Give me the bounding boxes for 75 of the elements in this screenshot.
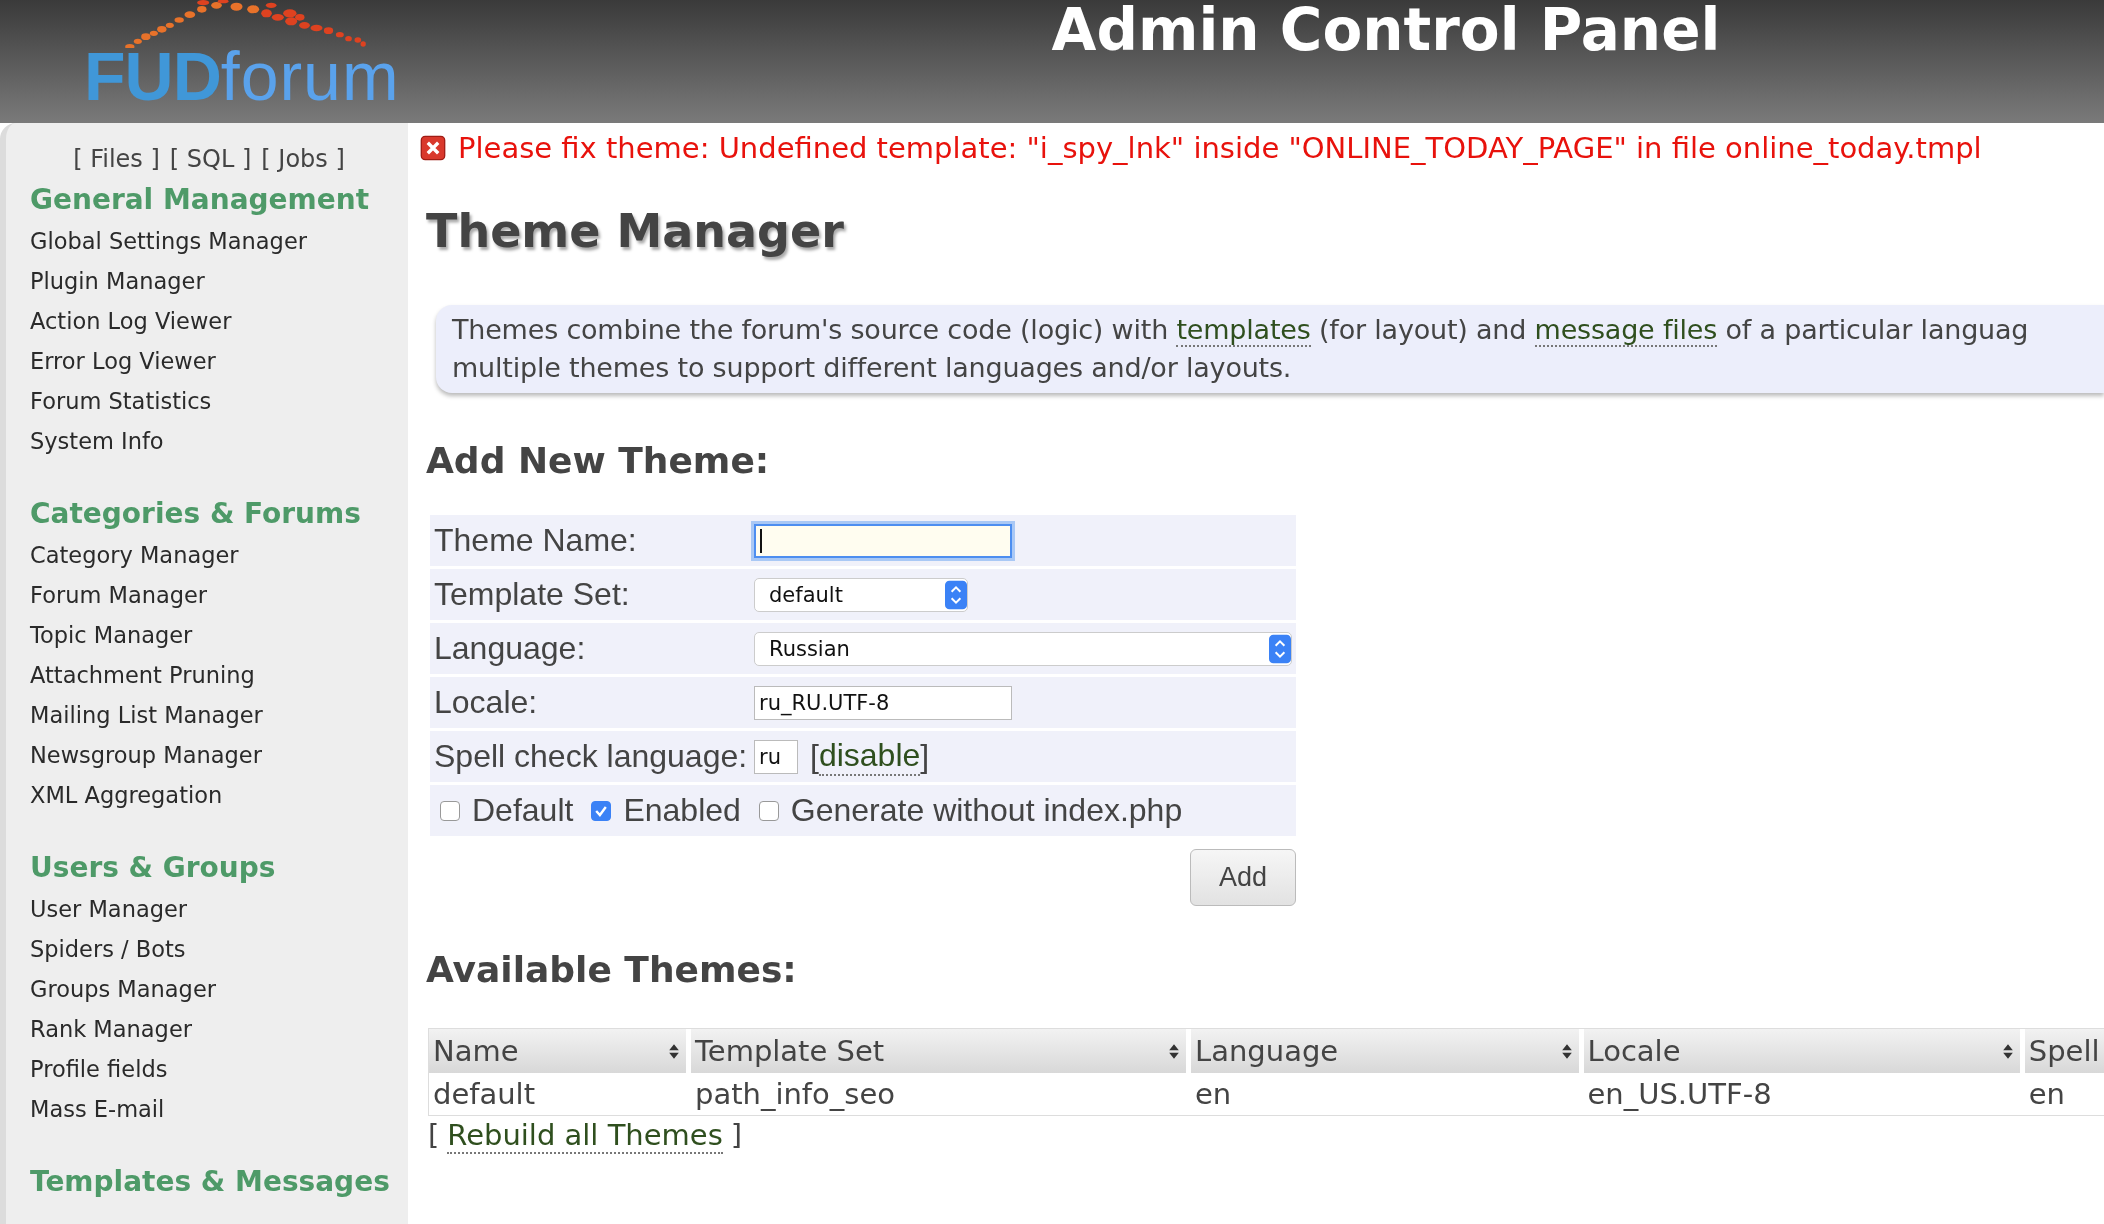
column-header[interactable]: Locale <box>1583 1029 2020 1073</box>
table-cell-text: en_US.UTF-8 <box>1586 1076 1773 1113</box>
select-field[interactable]: default <box>754 577 968 612</box>
sidebar-item[interactable]: Global Settings Manager <box>30 221 408 261</box>
sidebar-item[interactable]: Newsgroup Manager <box>30 735 408 775</box>
bracket: [ <box>810 738 819 775</box>
sidebar-item[interactable]: Profile fields <box>30 1049 408 1089</box>
sidebar-link[interactable]: [ SQL ] <box>169 145 252 173</box>
input-field[interactable] <box>754 523 1012 558</box>
page-title: Theme Manager <box>426 203 845 260</box>
sidebar-item[interactable]: Topic Manager <box>30 615 408 655</box>
table-cell-text: path_info_seo <box>694 1076 896 1113</box>
sidebar-item[interactable]: Category Manager <box>30 535 408 575</box>
table-cell-text: en <box>2027 1076 2066 1113</box>
section-heading: Categories & Forums <box>30 496 362 532</box>
sidebar-item[interactable]: Attachment Pruning <box>30 655 408 695</box>
checkbox-label: Generate without index.php <box>790 792 1183 829</box>
input-field[interactable]: ru <box>754 739 798 774</box>
column-header[interactable]: Spell <box>2024 1029 2104 1073</box>
disable-link[interactable]: disable <box>818 737 921 776</box>
section-heading: Templates & Messages <box>30 1164 391 1200</box>
column-header[interactable]: Name <box>429 1029 686 1073</box>
sidebar-item[interactable]: Spiders / Bots <box>30 929 408 969</box>
sort-icon[interactable] <box>1168 1042 1181 1060</box>
checkbox[interactable] <box>591 800 612 821</box>
sidebar-item[interactable]: Forum Statistics <box>30 381 408 421</box>
checkbox-label: Default <box>472 792 574 829</box>
sidebar-item[interactable]: System Info <box>30 421 408 461</box>
column-header[interactable]: Template Set <box>691 1029 1187 1073</box>
sidebar-item[interactable]: Action Log Viewer <box>30 301 408 341</box>
help-link[interactable]: templates <box>1176 314 1311 347</box>
table-cell-text: default <box>432 1076 537 1113</box>
sidebar-item[interactable]: User Manager <box>30 889 408 929</box>
field-label: Locale: <box>434 684 539 721</box>
sort-icon[interactable] <box>1560 1042 1573 1060</box>
intro-text: multiple themes to support different languages and/or layouts. <box>452 351 1293 385</box>
add-button[interactable]: Add <box>1190 849 1296 906</box>
table-cell-text: en <box>1194 1076 1233 1113</box>
sidebar-item[interactable]: Forum Manager <box>30 575 408 615</box>
error-icon <box>420 135 446 161</box>
section-heading: Add New Theme: <box>426 439 771 483</box>
sidebar-item[interactable]: Groups Manager <box>30 969 408 1009</box>
intro-text: Themes combine the forum's source code (logic) with templates (for layout) and message files of a particular languag <box>452 313 2030 349</box>
sort-icon[interactable] <box>668 1042 680 1060</box>
bracket: [ <box>428 1118 440 1154</box>
input-field[interactable]: ru_RU.UTF-8 <box>754 685 1012 720</box>
dropdown-arrows-icon[interactable] <box>1269 632 1291 665</box>
column-header[interactable]: Language <box>1191 1029 1579 1073</box>
field-label: Spell check language: <box>434 738 749 775</box>
checkbox[interactable] <box>440 800 460 821</box>
section-heading: General Management <box>30 182 371 218</box>
field-label: Language: <box>434 630 587 667</box>
sidebar-link[interactable]: [ Files ] <box>73 145 160 173</box>
section-heading: Users & Groups <box>30 850 277 886</box>
section-heading: Available Themes: <box>426 948 798 992</box>
rebuild-link[interactable]: Rebuild all Themes <box>447 1118 723 1154</box>
field-label: Theme Name: <box>434 522 638 559</box>
select-field[interactable]: Russian <box>754 631 1292 666</box>
window-title: Admin Control Panel <box>1050 0 1722 66</box>
sidebar-item[interactable]: XML Aggregation <box>30 775 408 815</box>
help-link[interactable]: message files <box>1534 314 1718 347</box>
sidebar-item[interactable]: Plugin Manager <box>30 261 408 301</box>
sidebar-item[interactable]: Error Log Viewer <box>30 341 408 381</box>
sidebar-link[interactable]: [ Jobs ] <box>261 145 345 173</box>
sidebar-item[interactable]: Rank Manager <box>30 1009 408 1049</box>
dropdown-arrows-icon[interactable] <box>945 578 967 611</box>
field-label: Template Set: <box>434 576 631 613</box>
error-message: Please fix theme: Undefined template: "i_spy_lnk" inside "ONLINE_TODAY_PAGE" in file online_today.tmpl <box>458 131 1982 165</box>
sidebar-item[interactable]: Mass E-mail <box>30 1089 408 1129</box>
bracket: ] <box>730 1118 743 1154</box>
sort-icon[interactable] <box>2001 1042 2014 1060</box>
checkbox-label: Enabled <box>623 792 741 829</box>
sidebar-item[interactable]: Mailing List Manager <box>30 695 408 735</box>
checkbox[interactable] <box>758 800 779 821</box>
bracket: ] <box>920 738 930 775</box>
